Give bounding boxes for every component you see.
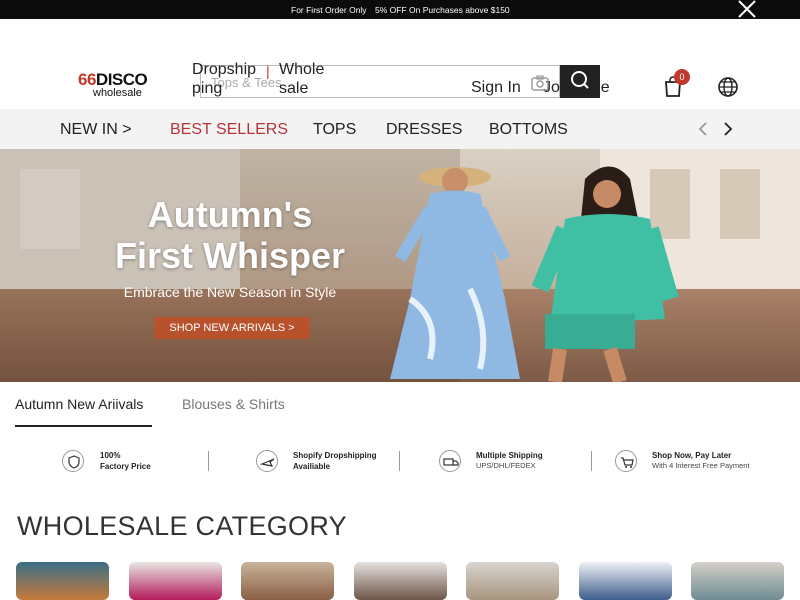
cart-count-badge: 0 [674,69,690,85]
feature-subtitle: UPS/DHL/FEDEX [476,461,536,470]
category-nav: NEW IN > BEST SELLERS TOPS DRESSES BOTTO… [0,109,800,149]
feature-shopify-dropshipping: Shopify Dropshipping Availiable [256,446,396,476]
feature-subtitle: With 4 Interest Free Payment [652,461,750,470]
feature-divider [208,451,209,471]
camera-icon[interactable] [531,75,549,91]
feature-title: Shopify Dropshipping [293,451,377,460]
wholesale-link[interactable]: Whole sale [279,60,339,98]
feature-factory-price: 100% Factory Price [62,446,202,476]
feature-divider [591,451,592,471]
logo-tagline: wholesale [93,87,142,99]
cart-icon [615,450,637,472]
shop-new-arrivals-button[interactable]: SHOP NEW ARRIVALS > [154,317,310,339]
nav-item-tops[interactable]: TOPS [313,121,356,139]
search-button[interactable] [560,65,600,98]
header-separator: | [266,63,270,79]
nav-item-bottoms[interactable]: BOTTOMS [489,121,568,139]
feature-title: Multiple Shipping [476,451,543,460]
hero-banner[interactable]: Autumn's First Whisper Embrace the New S… [0,149,800,382]
dropshipping-link[interactable]: Dropship ping [192,60,264,98]
category-thumbnail[interactable] [241,562,334,600]
category-thumbnail[interactable] [466,562,559,600]
nav-item-dresses[interactable]: DRESSES [386,121,462,139]
category-thumbnail[interactable] [579,562,672,600]
chevron-left-icon[interactable] [694,119,712,139]
plane-icon [256,450,278,472]
feature-subtitle: Availiable [293,462,331,471]
feature-subtitle: Factory Price [100,462,151,471]
globe-icon[interactable] [717,76,739,98]
tab-blouses-shirts[interactable]: Blouses & Shirts [182,396,285,412]
hero-title-line2: First Whisper [114,235,346,276]
sign-in-link[interactable]: Sign In [471,78,521,97]
chevron-right-icon[interactable] [719,119,737,139]
nav-item-best-sellers[interactable]: BEST SELLERS [170,121,288,139]
feature-pay-later: Shop Now, Pay Later With 4 Interest Free… [615,446,765,476]
category-thumbnail[interactable] [16,562,109,600]
search-icon [560,71,600,102]
wholesale-category-title: WHOLESALE CATEGORY [17,511,347,541]
category-thumbnail[interactable] [354,562,447,600]
feature-multiple-shipping: Multiple Shipping UPS/DHL/FEDEX [439,446,584,476]
feature-title: 100% [100,451,121,460]
feature-divider [399,451,400,471]
category-thumbnail[interactable] [691,562,784,600]
truck-icon [439,450,461,472]
shield-icon [62,450,84,472]
hero-subtitle: Embrace the New Season in Style [123,284,337,300]
announcement-discount: 5% OFF On Purchases above $150 [375,5,510,15]
site-logo[interactable]: 66DISCO wholesale [78,70,160,100]
close-icon[interactable] [736,0,758,19]
nav-item-new-in[interactable]: NEW IN > [60,121,132,139]
feature-title: Shop Now, Pay Later [652,451,732,460]
active-tab-underline [15,425,152,427]
category-thumbnail[interactable] [129,562,222,600]
tab-autumn-new-arrivals[interactable]: Autumn New Ariivals [15,396,143,412]
announcement-bar: For First Order Only 5% OFF On Purchases… [0,0,800,19]
announcement-first-order: For First Order Only [291,5,367,15]
hero-title-line1: Autumn's [147,194,313,235]
